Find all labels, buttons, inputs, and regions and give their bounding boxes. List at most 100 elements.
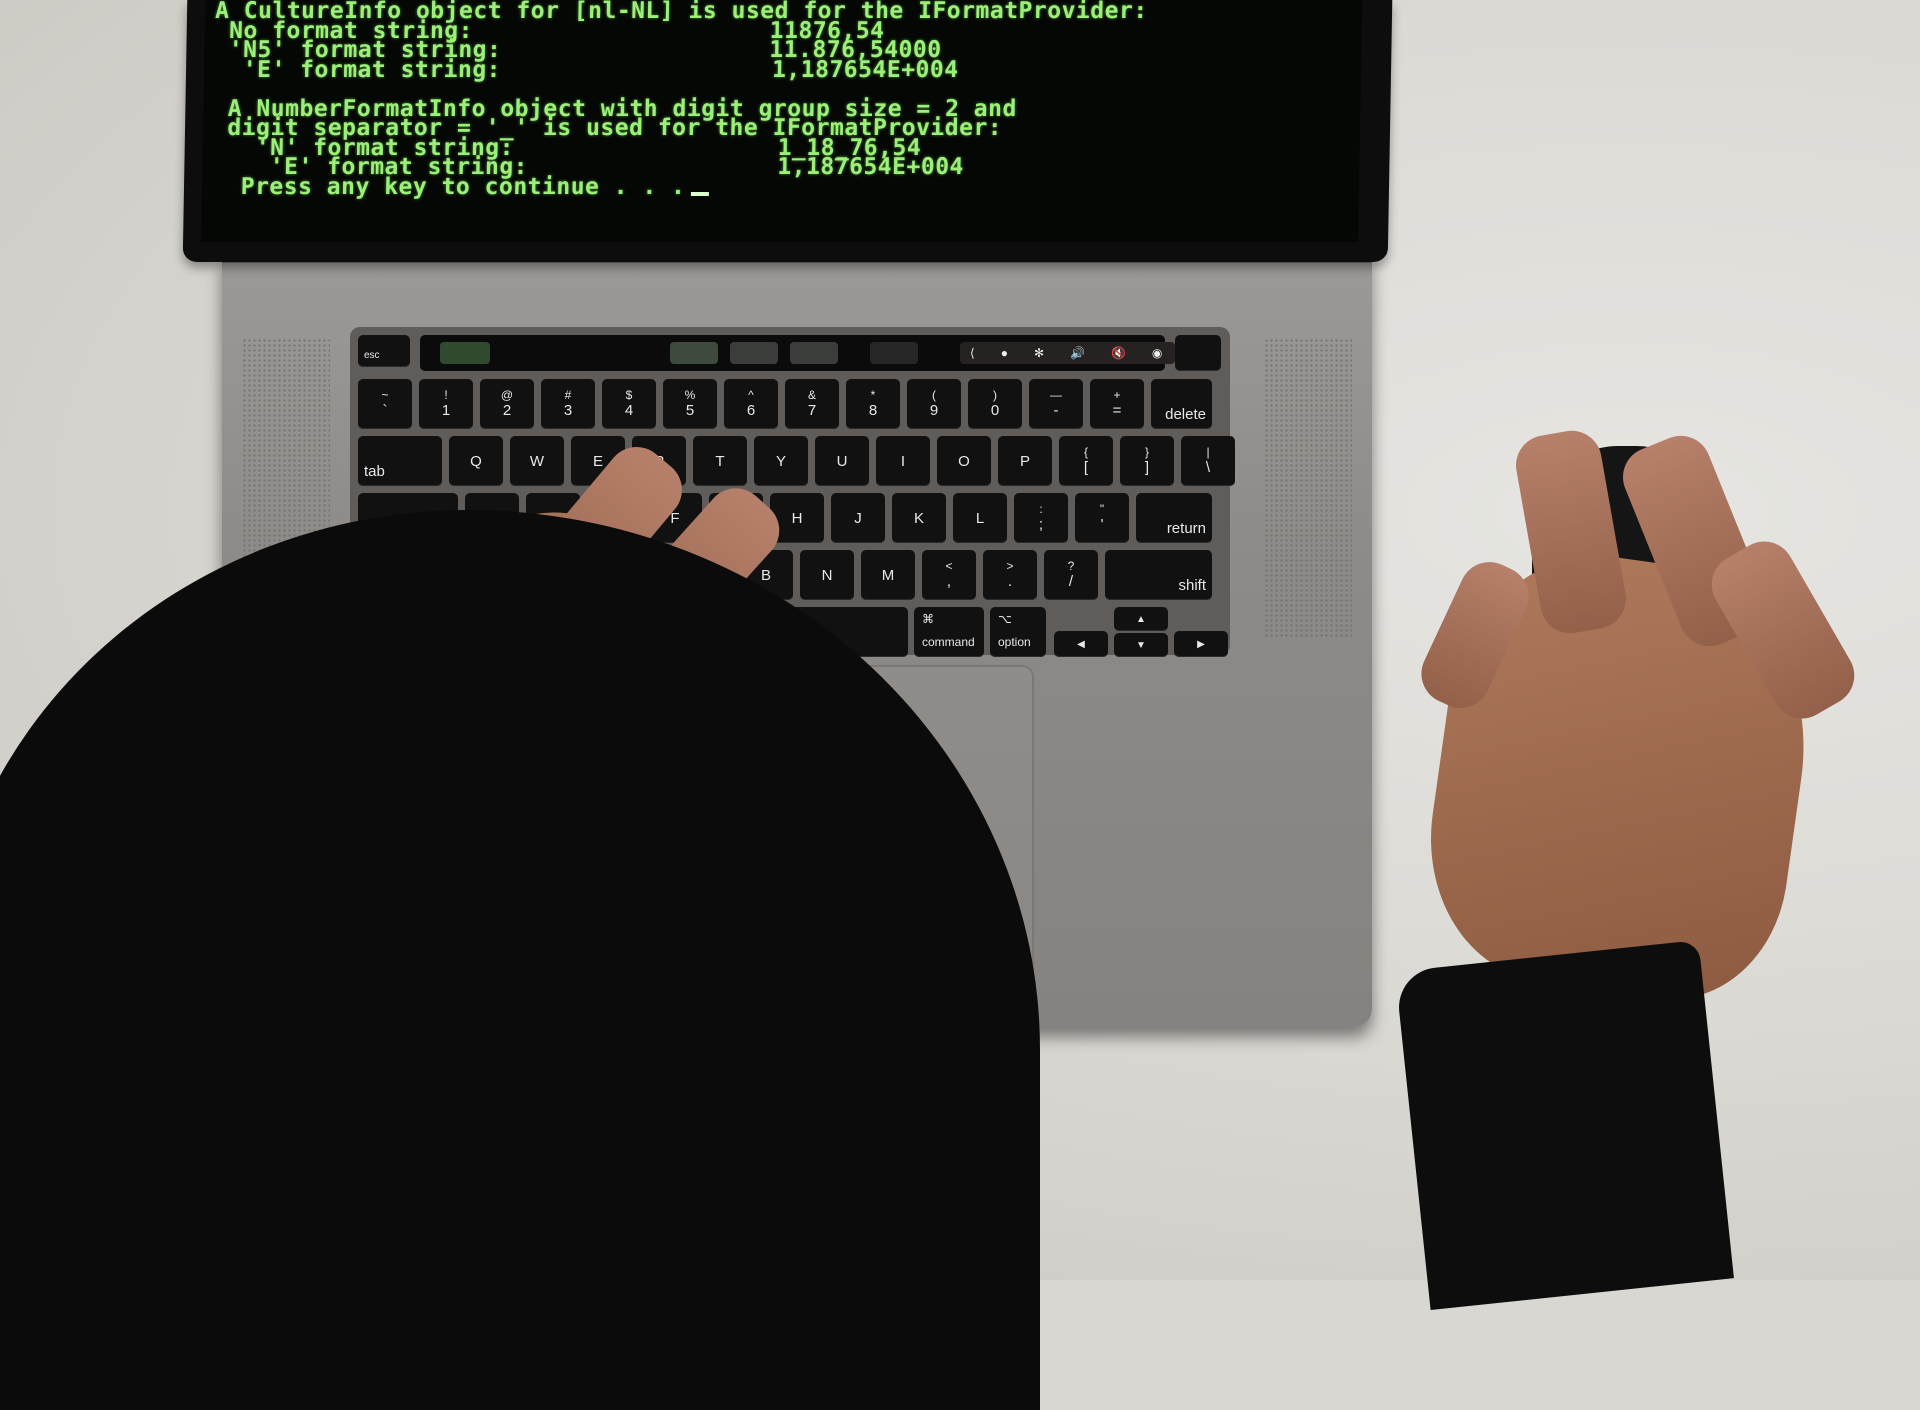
siri-icon[interactable]: ◉ (1152, 346, 1162, 360)
key-4-label: 4 (624, 402, 634, 419)
key-w-label: W (529, 452, 545, 470)
key-semicolon-shift-label: : (1039, 502, 1043, 516)
console-line: 'E' format string: 1,187654E+004 (213, 56, 1147, 83)
touchbar-slider-button[interactable] (440, 342, 490, 364)
key-right-command[interactable]: ⌘ command (914, 607, 984, 657)
key-o[interactable]: O (937, 436, 991, 486)
key-8[interactable]: * 8 (846, 379, 900, 429)
key-u-label: U (836, 452, 848, 470)
key-6[interactable]: ^ 6 (724, 379, 778, 429)
key-w[interactable]: W (510, 436, 564, 486)
key-tab[interactable]: tab (358, 436, 442, 486)
key-equals[interactable]: + = (1090, 379, 1144, 429)
key-right-shift[interactable]: shift (1105, 550, 1212, 600)
key-l[interactable]: L (953, 493, 1007, 543)
brightness-icon[interactable]: ● (1001, 346, 1008, 360)
key-backtick-shift-label: ~ (381, 388, 389, 402)
key-4-shift-label: $ (625, 388, 633, 402)
key-2[interactable]: @2 (480, 379, 534, 429)
key-period[interactable]: >. (983, 550, 1037, 600)
key-arrow-up[interactable]: ▲ (1114, 607, 1168, 631)
key-right-option-shift-label: ⌥ (998, 612, 1012, 626)
touch-bar[interactable]: ⟨ ● ✻ 🔊 🔇 ◉ (420, 335, 1175, 371)
console-cursor (691, 191, 710, 196)
key-q[interactable]: Q (449, 436, 503, 486)
key-u[interactable]: U (815, 436, 869, 486)
key-backtick-label: ` (382, 402, 388, 419)
key-p[interactable]: P (998, 436, 1052, 486)
key-q-label: Q (470, 452, 482, 470)
key-arrow-down[interactable]: ▼ (1114, 633, 1168, 657)
touchbar-control-strip[interactable]: ⟨ ● ✻ 🔊 🔇 ◉ (960, 342, 1175, 364)
key-delete[interactable]: delete (1151, 379, 1212, 429)
touchbar-sidebar-button[interactable] (790, 342, 838, 364)
key-arrow-right[interactable]: ▶ (1174, 631, 1228, 657)
key-m[interactable]: M (861, 550, 915, 600)
key-arrow-left-label: ◀ (1077, 638, 1085, 650)
key-slash[interactable]: ? / (1044, 550, 1098, 600)
key-y[interactable]: Y (754, 436, 808, 486)
key-esc-label: esc (364, 350, 380, 361)
key-0-shift-label: ) (993, 388, 997, 402)
key-7-shift-label: & (807, 388, 816, 402)
key-backslash-shift-label: | (1206, 445, 1210, 459)
key-return-label: return (1166, 520, 1206, 537)
key-backslash[interactable]: | \ (1181, 436, 1235, 486)
key-3[interactable]: #3 (541, 379, 595, 429)
key-right-bracket[interactable]: }] (1120, 436, 1174, 486)
key-m-label: M (881, 566, 895, 584)
key-quote-label: ' (1100, 516, 1104, 533)
key-minus[interactable]: — - (1029, 379, 1083, 429)
key-delete-label: delete (1165, 406, 1206, 423)
key-3-label: 3 (563, 402, 573, 419)
key-i[interactable]: I (876, 436, 930, 486)
laptop-screen-bezel: A CultureInfo object for [nl-NL] is used… (182, 0, 1393, 262)
key-backtick[interactable]: ~ ` (358, 379, 412, 429)
touchbar-list-button[interactable] (870, 342, 918, 364)
key-l-label: L (975, 509, 985, 527)
key-semicolon[interactable]: :; (1014, 493, 1068, 543)
key-7[interactable]: & 7 (785, 379, 839, 429)
console-line-value: 1,187654E+004 (771, 56, 959, 83)
key-slash-label: / (1068, 573, 1074, 590)
key-quote[interactable]: " ' (1075, 493, 1129, 543)
key-9[interactable]: (9 (907, 379, 961, 429)
console-line-label: Press any key to continue . . . (211, 173, 686, 200)
key-2-shift-label: @ (500, 388, 514, 402)
key-semicolon-label: ; (1038, 516, 1044, 533)
key-1[interactable]: ! 1 (419, 379, 473, 429)
key-left-bracket-shift-label: { (1083, 445, 1088, 459)
touchbar-rotate-right-button[interactable] (730, 342, 778, 364)
key-left-bracket[interactable]: {[ (1059, 436, 1113, 486)
key-j[interactable]: J (831, 493, 885, 543)
key-n[interactable]: N (800, 550, 854, 600)
key-t[interactable]: T (693, 436, 747, 486)
key-right-option[interactable]: ⌥ option (990, 607, 1046, 657)
key-5[interactable]: % 5 (663, 379, 717, 429)
collapse-icon[interactable]: ⟨ (970, 346, 975, 360)
key-0-label: 0 (990, 402, 1000, 419)
keyboard-light-icon[interactable]: ✻ (1034, 346, 1044, 360)
key-left-bracket-label: [ (1083, 459, 1089, 476)
key-arrow-down-label: ▼ (1136, 639, 1146, 651)
key-return[interactable]: return (1136, 493, 1212, 543)
key-4[interactable]: $4 (602, 379, 656, 429)
console-window[interactable]: A CultureInfo object for [nl-NL] is used… (201, 0, 1363, 242)
mute-icon[interactable]: 🔇 (1111, 346, 1126, 360)
touchbar-rotate-left-button[interactable] (670, 342, 718, 364)
key-5-label: 5 (685, 402, 695, 419)
key-0[interactable]: ) 0 (968, 379, 1022, 429)
key-n-label: N (821, 566, 833, 584)
key-k[interactable]: K (892, 493, 946, 543)
volume-icon[interactable]: 🔊 (1070, 346, 1085, 360)
key-h-label: H (791, 509, 803, 527)
key-o-label: O (958, 452, 970, 470)
key-right-option-label: option (998, 635, 1031, 649)
right-sleeve (1395, 939, 1734, 1311)
console-line-label: 'E' format string: (213, 56, 502, 83)
touch-id-power-key[interactable] (1175, 335, 1221, 371)
key-comma[interactable]: <, (922, 550, 976, 600)
key-esc[interactable]: esc (358, 335, 410, 367)
key-period-shift-label: > (1006, 559, 1014, 573)
key-arrow-left[interactable]: ◀ (1054, 631, 1108, 657)
